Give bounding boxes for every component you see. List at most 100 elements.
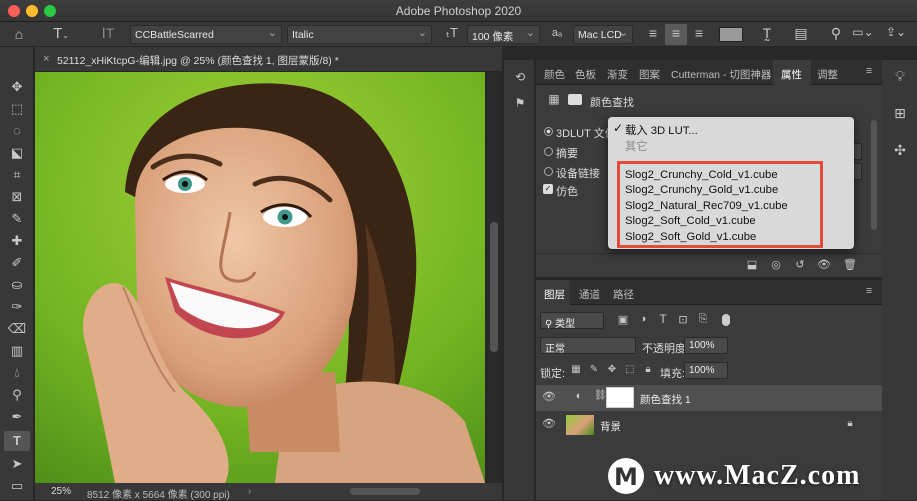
dodge-tool-icon[interactable]: ⚲ xyxy=(4,385,30,405)
blur-tool-icon[interactable]: 💧︎ xyxy=(4,363,30,383)
radio-3dlut[interactable] xyxy=(544,127,553,136)
tab-properties[interactable]: 属性 xyxy=(781,67,802,82)
layers-menu-icon[interactable]: ≡ xyxy=(866,285,872,297)
link-icon[interactable]: ⛓︎ xyxy=(594,390,607,401)
lasso-tool-icon[interactable]: ◌ xyxy=(4,121,30,141)
frame-tool-icon[interactable]: ⊠ xyxy=(4,187,30,207)
document-canvas[interactable] xyxy=(35,72,485,483)
tab-cutterman[interactable]: Cutterman - 切图神器 xyxy=(671,67,771,82)
eye-icon[interactable]: 👁︎ xyxy=(542,417,556,430)
eyedropper-tool-icon[interactable]: ✎ xyxy=(4,209,30,229)
align-right-icon[interactable]: ≡ xyxy=(691,25,707,41)
font-style-select[interactable]: Italic xyxy=(287,25,432,44)
status-menu-icon[interactable]: › xyxy=(248,486,251,497)
fill-label: 填充: xyxy=(660,368,686,380)
lock-transparent-icon[interactable]: ▦ xyxy=(570,364,582,375)
window-title: Adobe Photoshop 2020 xyxy=(395,4,522,18)
view-previous-icon[interactable]: ◎ xyxy=(768,258,784,271)
filter-adjustment-icon[interactable]: ◑ xyxy=(636,313,650,325)
text-color-swatch[interactable] xyxy=(719,27,743,42)
character-panel-icon[interactable]: ▤ xyxy=(792,25,810,42)
filter-smart-object-icon[interactable]: ⎘ xyxy=(696,313,710,326)
tab-layers[interactable]: 图层 xyxy=(544,287,565,302)
text-orientation-icon[interactable]: ⅠT xyxy=(98,25,118,42)
tab-paths[interactable]: 路径 xyxy=(613,287,634,302)
layer-thumbnail[interactable] xyxy=(566,415,594,435)
checkmark-icon: ✓ xyxy=(613,121,624,135)
horizontal-scroll-thumb[interactable] xyxy=(350,488,420,495)
dither-checkbox[interactable]: ✓ xyxy=(543,184,553,194)
layer-row[interactable]: 👁︎ 背景 🔒︎ xyxy=(536,412,882,438)
menu-item-load-lut[interactable]: 载入 3D LUT... xyxy=(625,122,698,138)
zoom-level[interactable]: 25% xyxy=(51,486,71,497)
blend-mode-select[interactable]: 正常 xyxy=(540,337,636,355)
adjustment-grid-icon[interactable]: ▦ xyxy=(546,92,562,106)
lock-artboard-icon[interactable]: ⬚ xyxy=(624,364,636,375)
radio-abstract[interactable] xyxy=(544,147,553,156)
brush-tool-icon[interactable]: ✐ xyxy=(4,253,30,273)
home-icon[interactable]: ⌂ xyxy=(10,26,28,42)
stamp-tool-icon[interactable]: ⛀ xyxy=(4,275,30,295)
align-center-button[interactable]: ≡ xyxy=(665,24,687,45)
align-left-icon[interactable]: ≡ xyxy=(645,25,661,41)
layer-mask-thumbnail[interactable] xyxy=(606,387,634,408)
gradient-tool-icon[interactable]: ▥ xyxy=(4,341,30,361)
tab-adjustments[interactable]: 调整 xyxy=(817,67,838,82)
history-brush-tool-icon[interactable]: ✑ xyxy=(4,297,30,317)
panel-menu-icon[interactable]: ≡ xyxy=(866,65,872,77)
crop-tool-icon[interactable]: ⌗ xyxy=(4,165,30,185)
mask-icon[interactable] xyxy=(568,94,582,105)
healing-tool-icon[interactable]: ✚ xyxy=(4,231,30,251)
filter-pixel-icon[interactable]: ▣ xyxy=(616,313,630,326)
lock-pixels-icon[interactable]: ✎ xyxy=(588,364,600,375)
tab-channels[interactable]: 通道 xyxy=(579,287,600,302)
properties-scrollbar[interactable] xyxy=(871,120,877,230)
marquee-tool-icon[interactable]: ⬚ xyxy=(4,99,30,119)
move-tool-icon[interactable]: ✥ xyxy=(4,77,30,97)
opacity-input[interactable]: 100% xyxy=(684,337,728,354)
path-select-tool-icon[interactable]: ➤ xyxy=(4,454,30,474)
delete-icon[interactable]: 🗑︎ xyxy=(842,258,858,271)
workspace-icon[interactable]: ▭⌄ xyxy=(852,25,874,39)
layer-name[interactable]: 背景 xyxy=(600,419,621,434)
tab-patterns[interactable]: 图案 xyxy=(639,67,660,82)
libraries-icon[interactable]: ⊞ xyxy=(890,105,910,122)
history-icon[interactable]: ⟲ xyxy=(511,70,529,84)
pen-tool-icon[interactable]: ✒ xyxy=(4,407,30,427)
eye-icon[interactable]: 👁︎ xyxy=(542,390,556,403)
layer-filter-select[interactable]: ⚲ 类型 xyxy=(540,312,604,330)
close-document-icon[interactable]: × xyxy=(43,53,49,65)
quick-select-tool-icon[interactable]: ⬕ xyxy=(4,143,30,163)
rectangle-tool-icon[interactable]: ▭ xyxy=(4,476,30,496)
filter-shape-icon[interactable]: ⊡ xyxy=(676,313,690,326)
filter-type-icon[interactable]: T xyxy=(656,312,670,326)
filter-toggle[interactable] xyxy=(722,314,730,326)
reset-icon[interactable]: ↺ xyxy=(792,258,808,271)
clip-to-layer-icon[interactable]: ⬓ xyxy=(744,258,760,271)
font-size-select[interactable]: 100 像素 xyxy=(467,25,540,44)
type-tool-icon[interactable]: T xyxy=(4,431,30,451)
plugins-icon[interactable]: ✣ xyxy=(890,142,910,159)
tab-color[interactable]: 颜色 xyxy=(544,67,565,82)
document-tab-title[interactable]: 52112_xHiKtcpG-编辑.jpg @ 25% (颜色查找 1, 图层蒙… xyxy=(57,53,339,68)
learn-icon[interactable]: 💡︎ xyxy=(890,68,910,85)
share-icon[interactable]: ⇪⌄ xyxy=(885,25,907,39)
tab-gradients[interactable]: 渐变 xyxy=(607,67,628,82)
brush-settings-icon[interactable]: ⚑ xyxy=(511,96,529,110)
vertical-scrollbar[interactable] xyxy=(488,72,500,483)
type-tool-icon[interactable]: T⌄ xyxy=(50,25,72,42)
antialias-select[interactable]: Mac LCD xyxy=(573,25,633,44)
warp-text-icon[interactable]: T̰ xyxy=(758,25,776,41)
eraser-tool-icon[interactable]: ⌫ xyxy=(4,319,30,339)
layer-row[interactable]: 👁︎ ◐ ⛓︎ 颜色查找 1 xyxy=(536,385,882,411)
layer-name[interactable]: 颜色查找 1 xyxy=(640,392,691,407)
radio-devicelink[interactable] xyxy=(544,167,553,176)
scroll-thumb[interactable] xyxy=(490,222,498,352)
lock-position-icon[interactable]: ✥ xyxy=(606,364,618,375)
fill-input[interactable]: 100% xyxy=(684,362,728,379)
visibility-icon[interactable]: 👁︎ xyxy=(816,258,832,271)
font-family-select[interactable]: CCBattleScarred xyxy=(130,25,282,44)
search-icon[interactable]: ⚲ xyxy=(828,25,844,42)
tab-swatches[interactable]: 色板 xyxy=(575,67,596,82)
lock-all-icon[interactable]: 🔒︎ xyxy=(642,364,654,375)
